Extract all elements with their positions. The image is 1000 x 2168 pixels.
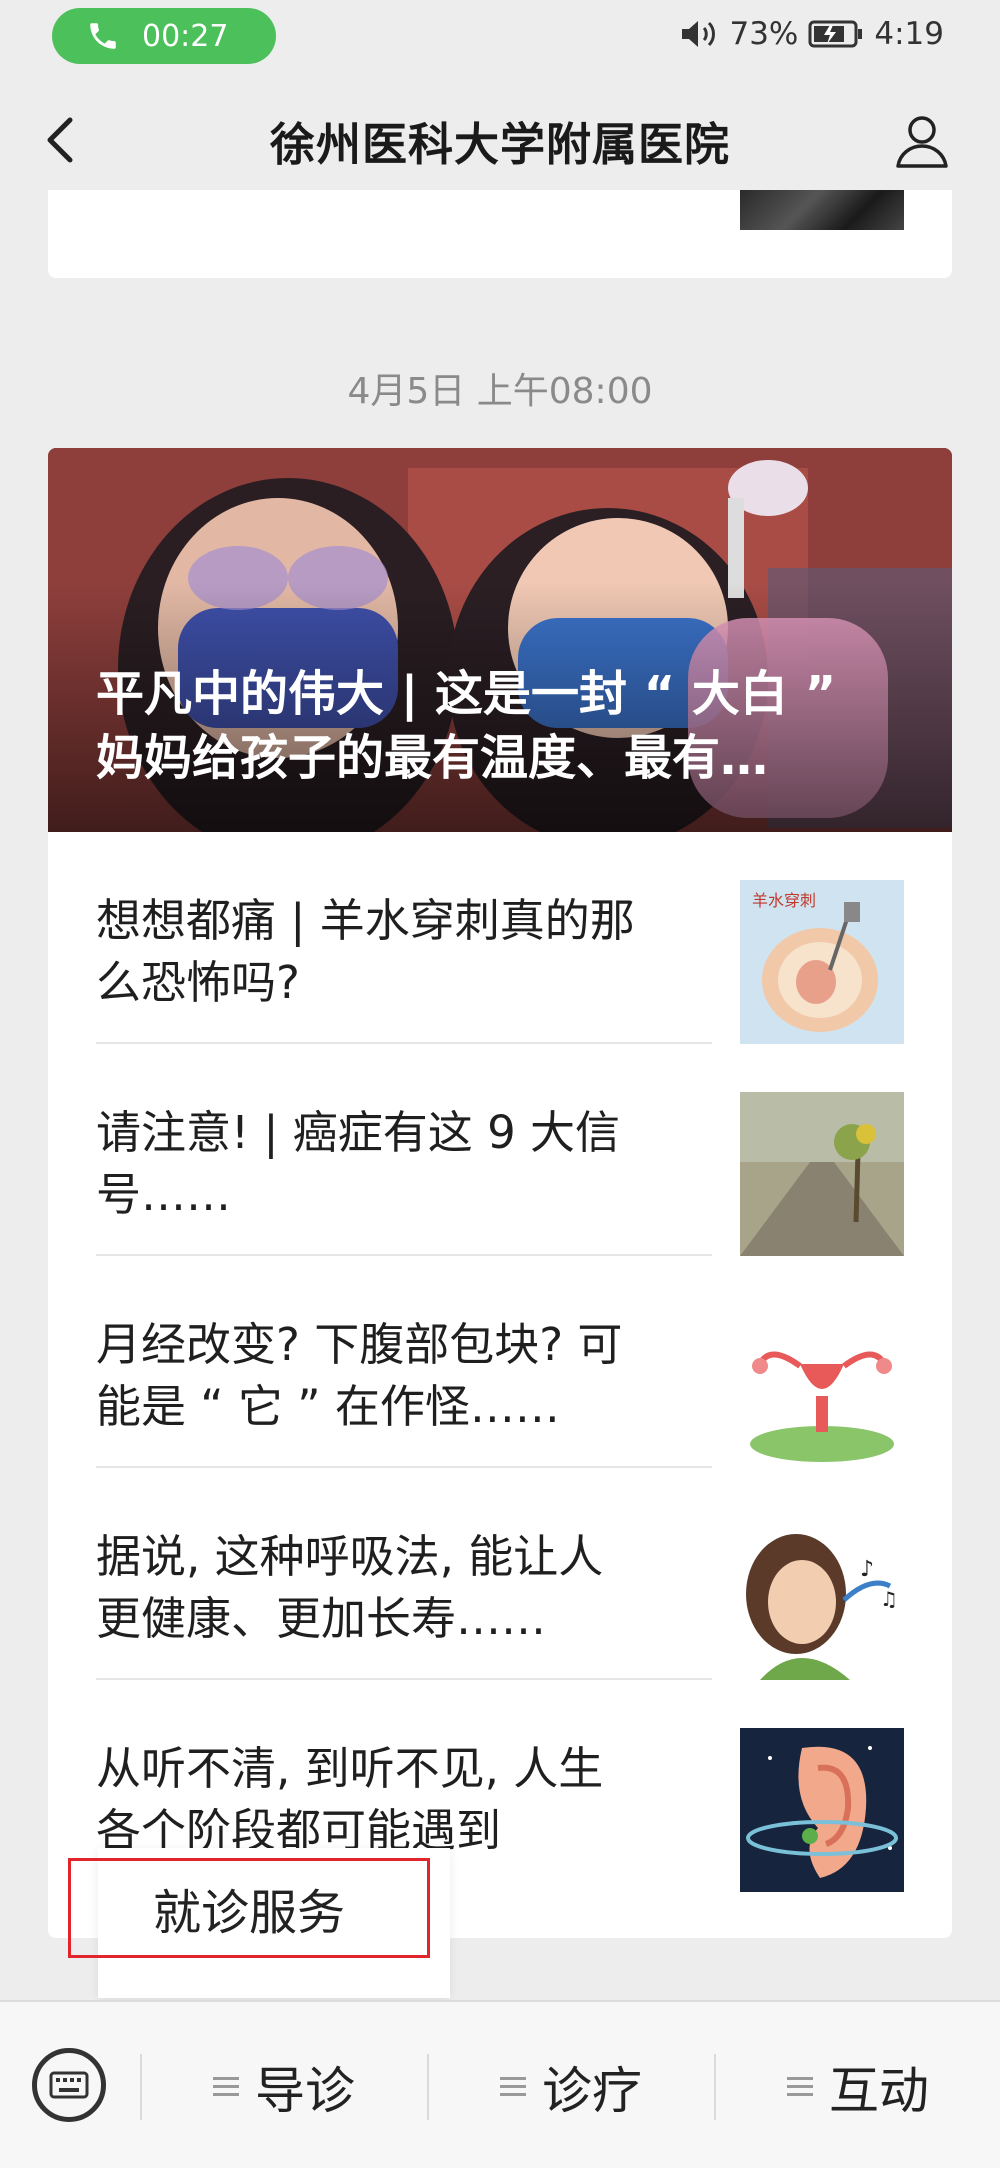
menu-item-label: 导诊 [255,2062,355,2120]
menu-item-label: 诊疗 [542,2062,642,2120]
ongoing-call-pill[interactable]: 00:27 [52,8,276,64]
submenu-item-visit-services[interactable]: 就诊服务 [68,1858,430,1958]
battery-percent: 73% [729,16,799,52]
message-timestamp: 4月5日 上午08:00 [347,371,653,412]
cover-article-title: 平凡中的伟大 | 这是一封 “ 大白 ” 妈妈给孩子的最有温度、最有… [96,666,837,786]
menu-item-interaction[interactable]: 互动 [716,2042,1000,2132]
phone-icon [90,23,116,49]
article-thumbnail: 羊水穿刺 [740,880,904,1044]
list-item[interactable]: 据说, 这种呼吸法, 能让人 更健康、更加长寿…… ♪ ♫ [48,1468,952,1680]
article-list: 想想都痛 | 羊水穿刺真的那 么恐怖吗? 羊水穿刺 请注意! | 癌症有这 9 … [48,832,952,1892]
bottom-menu-bar: 导诊 诊疗 互动 [0,2000,1000,2168]
article-thumbnail [740,1304,904,1468]
menu-item-guide[interactable]: 导诊 [142,2042,426,2132]
previous-article-card[interactable] [48,190,952,278]
svg-text:♫: ♫ [880,1587,898,1611]
article-thumbnail [740,1728,904,1892]
status-bar: 00:27 73% 4:19 [0,0,1000,70]
menu-lines-icon [500,2077,526,2096]
submenu-popup: 就诊服务 [68,1848,450,1998]
person-icon[interactable] [890,108,954,172]
article-card: 平凡中的伟大 | 这是一封 “ 大白 ” 妈妈给孩子的最有温度、最有… 想想都痛… [48,448,952,1938]
call-duration: 00:27 [142,18,229,54]
page-title: 徐州医科大学附属医院 [269,118,730,171]
status-indicators: 73% 4:19 [679,12,944,56]
article-title: 月经改变? 下腹部包块? 可 能是 “ 它 ” 在作怪…… [96,1318,623,1433]
previous-article-thumbnail [740,190,904,230]
menu-item-label: 互动 [829,2062,929,2120]
battery-icon [808,20,863,48]
svg-text:♪: ♪ [860,1557,874,1582]
article-title: 想想都痛 | 羊水穿刺真的那 么恐怖吗? [96,894,635,1009]
cover-article[interactable]: 平凡中的伟大 | 这是一封 “ 大白 ” 妈妈给孩子的最有温度、最有… [48,448,952,832]
article-thumbnail: ♪ ♫ [740,1516,904,1680]
volume-icon [682,21,716,47]
keyboard-icon[interactable] [32,2048,106,2122]
nav-bar: 徐州医科大学附属医院 [0,90,1000,190]
article-title: 据说, 这种呼吸法, 能让人 更健康、更加长寿…… [96,1530,604,1645]
article-thumbnail [740,1092,904,1256]
list-item[interactable]: 月经改变? 下腹部包块? 可 能是 “ 它 ” 在作怪…… [48,1256,952,1468]
menu-lines-icon [787,2077,813,2096]
menu-item-treatment[interactable]: 诊疗 [429,2042,713,2132]
list-item[interactable]: 请注意! | 癌症有这 9 大信 号…… [48,1044,952,1256]
thumbnail-caption: 羊水穿刺 [752,891,816,910]
article-title: 从听不清, 到听不见, 人生 各个阶段都可能遇到 [96,1742,604,1857]
clock: 4:19 [874,16,944,52]
list-item[interactable]: 想想都痛 | 羊水穿刺真的那 么恐怖吗? 羊水穿刺 [48,832,952,1044]
article-title: 请注意! | 癌症有这 9 大信 号…… [96,1106,621,1221]
menu-lines-icon [213,2077,239,2096]
